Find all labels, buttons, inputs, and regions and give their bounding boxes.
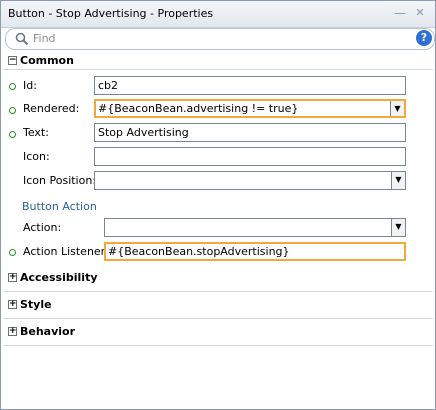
action-listener-label: Action Listener: <box>23 245 109 258</box>
expand-icon[interactable]: + <box>8 273 17 282</box>
minimize-button[interactable]: — <box>393 6 407 20</box>
rendered-label: Rendered: <box>23 102 80 115</box>
section-style-label: Style <box>20 298 52 311</box>
section-behavior-label: Behavior <box>20 325 76 338</box>
required-indicator-icon <box>9 107 16 114</box>
section-divider <box>3 291 433 292</box>
id-input[interactable]: cb2 <box>94 76 406 95</box>
icon-input[interactable] <box>94 147 406 166</box>
rendered-value: #{BeaconBean.advertising != true} <box>98 102 299 115</box>
required-indicator-icon <box>9 83 16 90</box>
section-accessibility-label: Accessibility <box>20 271 98 284</box>
text-label: Text: <box>23 126 49 139</box>
button-action-heading: Button Action <box>22 200 97 213</box>
search-input[interactable] <box>33 30 393 47</box>
icon-label: Icon: <box>23 150 50 163</box>
chevron-down-icon[interactable]: ▼ <box>391 219 405 236</box>
chevron-down-icon[interactable]: ▼ <box>390 101 404 116</box>
section-divider <box>3 69 433 70</box>
section-common-label: Common <box>20 54 74 67</box>
rendered-combobox[interactable]: #{BeaconBean.advertising != true} ▼ <box>94 99 406 118</box>
chevron-down-icon[interactable]: ▼ <box>391 172 405 189</box>
action-listener-input[interactable]: #{BeaconBean.stopAdvertising} <box>104 242 406 261</box>
help-icon[interactable]: ? <box>416 30 432 46</box>
collapse-icon[interactable]: − <box>8 56 17 65</box>
id-label: Id: <box>23 79 37 92</box>
icon-position-select[interactable]: ▼ <box>94 171 406 190</box>
text-input[interactable]: Stop Advertising <box>94 123 406 142</box>
section-accessibility[interactable]: + Accessibility <box>8 271 128 286</box>
properties-window: Button - Stop Advertising - Properties —… <box>0 0 436 410</box>
section-divider <box>3 345 433 346</box>
section-divider <box>3 318 433 319</box>
search-icon <box>15 32 29 46</box>
expand-icon[interactable]: + <box>8 300 17 309</box>
close-button[interactable]: ✕ <box>413 6 427 20</box>
section-style[interactable]: + Style <box>8 298 88 313</box>
action-combobox[interactable]: ▼ <box>104 218 406 237</box>
section-behavior[interactable]: + Behavior <box>8 325 108 340</box>
window-title: Button - Stop Advertising - Properties <box>8 7 214 20</box>
title-bar: Button - Stop Advertising - Properties —… <box>1 1 435 28</box>
expand-icon[interactable]: + <box>8 327 17 336</box>
icon-position-label: Icon Position: <box>23 174 97 187</box>
section-common[interactable]: − Common <box>8 54 108 69</box>
required-indicator-icon <box>9 249 16 256</box>
search-bar: ? <box>5 28 435 50</box>
action-label: Action: <box>23 221 62 234</box>
required-indicator-icon <box>9 131 16 138</box>
